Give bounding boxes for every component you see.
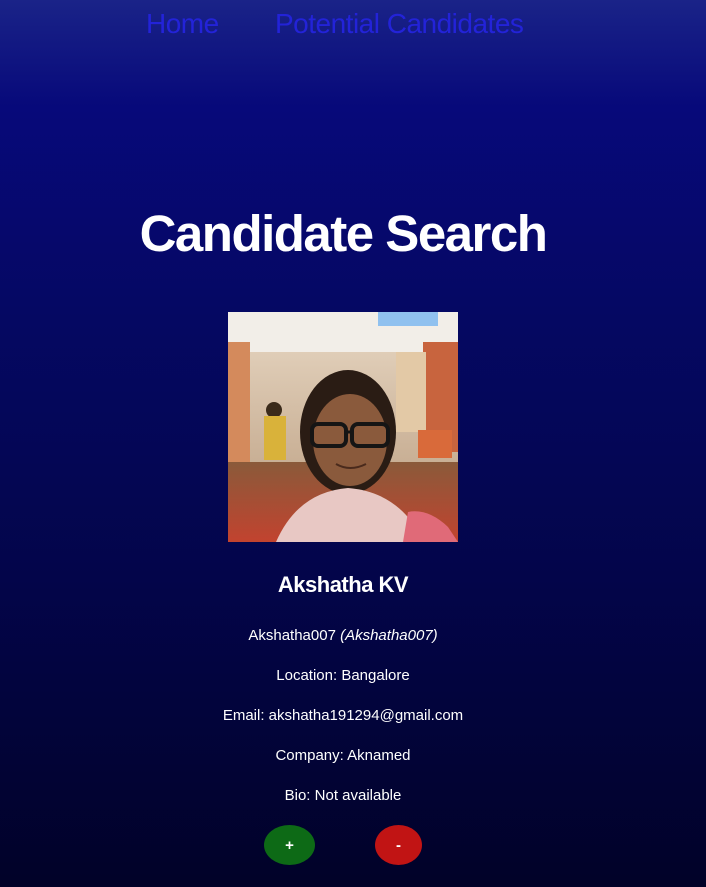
- candidate-login: Akshatha007 (Akshatha007): [0, 626, 686, 646]
- page-title: Candidate Search: [139, 205, 548, 262]
- candidate-avatar: [228, 312, 458, 542]
- candidate-login-text: Akshatha007: [248, 627, 336, 644]
- candidate-email: Email: akshatha191294@gmail.com: [222, 707, 464, 724]
- candidate-bio: Bio: Not available: [284, 787, 402, 804]
- candidate-company: Company: Aknamed: [275, 747, 411, 764]
- remove-candidate-button[interactable]: -: [375, 825, 422, 865]
- avatar-photo: [228, 312, 458, 542]
- candidate-name: Akshatha KV: [277, 572, 409, 597]
- nav-link-home[interactable]: Home: [146, 6, 219, 42]
- add-candidate-button[interactable]: +: [264, 825, 315, 865]
- candidate-location: Location: Bangalore: [276, 667, 410, 684]
- top-nav: Home Potential Candidates: [0, 6, 706, 46]
- candidate-login-italic: (Akshatha007): [340, 627, 438, 644]
- nav-link-potential-candidates[interactable]: Potential Candidates: [275, 6, 524, 42]
